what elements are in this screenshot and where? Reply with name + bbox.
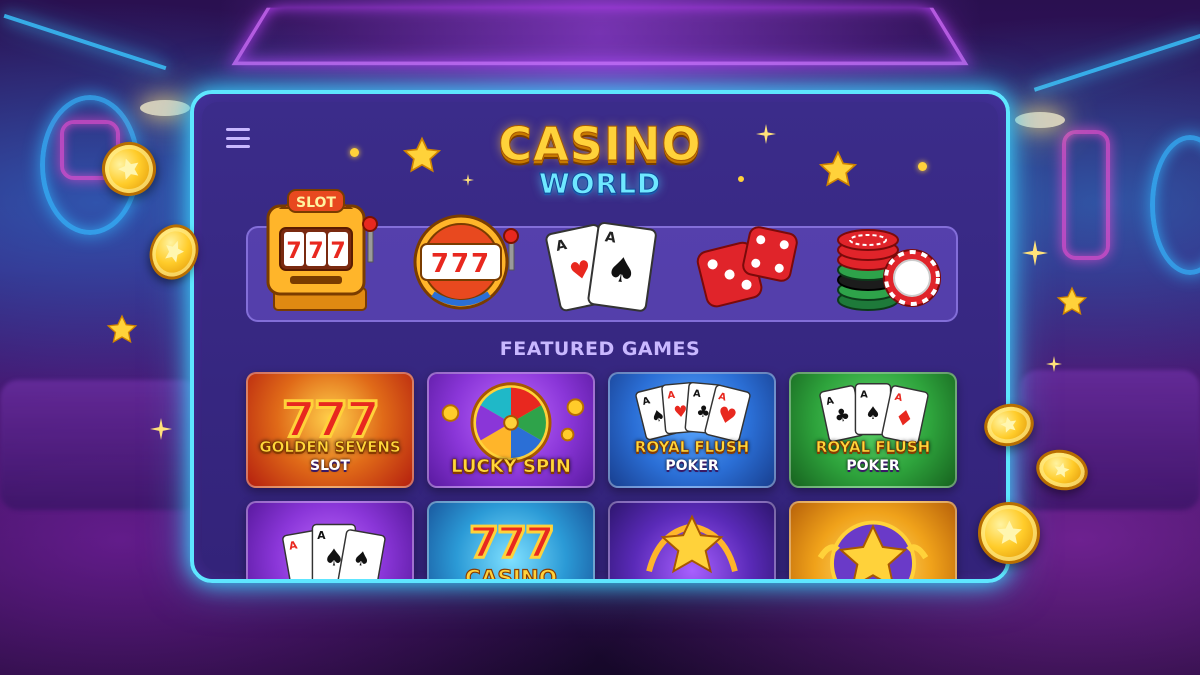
category-slot-machine[interactable]: SLOT 7 7 7 [260, 188, 380, 316]
game-card-casino[interactable]: 777 CASINO [427, 501, 595, 583]
app-title: CASINO [498, 117, 702, 171]
game-card-lucky-spin[interactable]: LUCKY SPIN [427, 372, 595, 488]
casino-lobby-panel: CASINO WORLD SLOT 7 7 7 777 A ♥ A ♠ FEAT… [190, 90, 1010, 583]
sparkle-icon [1046, 356, 1062, 372]
sofa-right [1020, 370, 1200, 510]
ceiling-neon-light [231, 7, 969, 66]
game-title: CASINO [465, 566, 557, 583]
star-art [646, 514, 738, 574]
game-subtitle: SLOT [310, 458, 350, 474]
star-art [817, 520, 929, 579]
game-card-label: GOLDEN SEVENS SLOT [248, 438, 412, 476]
category-chips[interactable] [826, 188, 946, 316]
svg-text:♠: ♠ [604, 249, 640, 293]
svg-text:7: 7 [286, 239, 301, 264]
svg-text:A: A [317, 529, 326, 542]
category-jackpot-slot[interactable]: 777 [403, 188, 523, 316]
svg-text:A: A [693, 388, 702, 400]
game-card-star-bonus[interactable] [608, 501, 776, 579]
playing-cards-icon: A ♥ A ♠ [545, 222, 657, 312]
category-dice[interactable] [688, 188, 808, 316]
sparkle-icon [150, 418, 172, 440]
floating-coin [978, 502, 1040, 564]
svg-text:777: 777 [469, 519, 553, 569]
dice-icon [696, 226, 798, 308]
sparkle-icon [1022, 240, 1048, 266]
slot-777-icon: 777 [413, 214, 519, 310]
game-card-golden-sevens[interactable]: 777 GOLDEN SEVENS SLOT [246, 372, 414, 488]
game-card-royal-flush-poker-2[interactable]: A ♣ A ♠ A ♦ ROYAL FLUSH POKER [789, 372, 957, 488]
cards-art: A A♠ ♠ [282, 523, 386, 579]
game-title: LUCKY SPIN [451, 456, 571, 477]
poker-chips-icon [837, 229, 941, 311]
game-title: ROYAL FLUSH [815, 438, 931, 457]
game-card-royal-flush-poker[interactable]: A ♠ A ♥ A ♣ A ♥ ROYAL FLUSH POKER [608, 372, 776, 488]
svg-text:7: 7 [308, 239, 323, 264]
svg-text:7: 7 [330, 239, 345, 264]
category-cards[interactable]: A ♥ A ♠ [543, 188, 663, 316]
slot-machine-icon: SLOT 7 7 7 [266, 189, 378, 311]
svg-text:A: A [860, 389, 868, 400]
game-card-star-gold[interactable] [789, 501, 957, 579]
game-category-bar: SLOT 7 7 7 777 A ♥ A ♠ [246, 189, 958, 322]
game-card-label: ROYAL FLUSH POKER [610, 438, 774, 476]
game-card-label: ROYAL FLUSH POKER [791, 438, 955, 476]
game-subtitle: POKER [665, 458, 719, 474]
game-card-label: LUCKY SPIN [429, 456, 593, 477]
neon-sign-pink-right [1062, 130, 1110, 260]
star-icon [106, 314, 138, 344]
sevens-art: 777 CASINO [464, 517, 557, 583]
game-card-blackjack[interactable]: A A ♠ ♠ [246, 501, 414, 579]
star-icon [1056, 286, 1088, 316]
game-title: GOLDEN SEVENS [259, 438, 401, 457]
jackpot-777-text: 777 [431, 249, 491, 279]
slot-sign-text: SLOT [296, 195, 336, 211]
ceiling-lamp-left [140, 100, 190, 116]
game-title: ROYAL FLUSH [634, 438, 750, 457]
sofa-left [0, 380, 200, 510]
featured-games-grid: 777 GOLDEN SEVENS SLOT LUCKY SPIN A ♠ A … [246, 372, 958, 583]
featured-games-title: FEATURED GAMES [499, 338, 701, 360]
game-subtitle: POKER [846, 458, 900, 474]
svg-text:A: A [667, 390, 676, 402]
svg-text:♠: ♠ [865, 404, 881, 424]
ceiling-lamp-right [1015, 112, 1065, 128]
